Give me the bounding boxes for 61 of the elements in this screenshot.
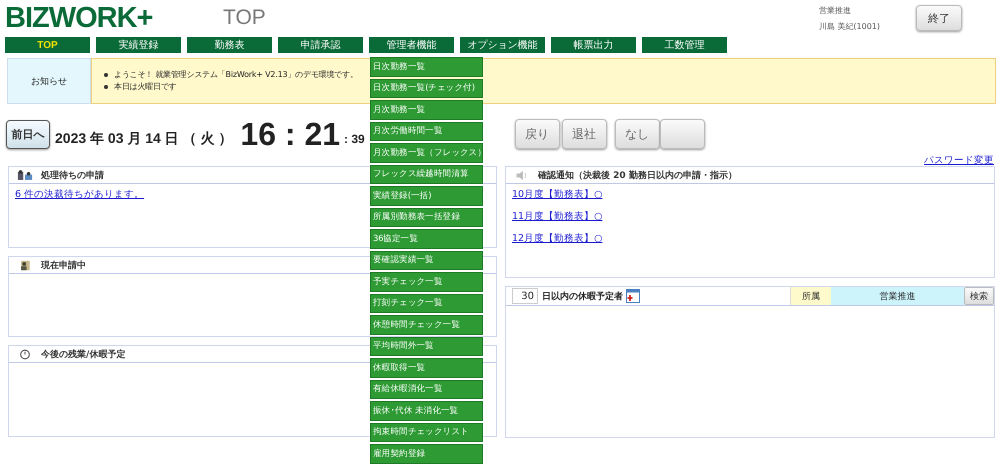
people-icon [17, 170, 33, 180]
date-text: 2023 年 03 月 14 日 （ 火 ） [55, 130, 232, 148]
clock-time: 16 : 21 [240, 116, 340, 152]
clock-icon [17, 348, 33, 360]
menu-item[interactable]: 日次勤務一覧 [370, 57, 483, 76]
timesheet-link[interactable]: 10月度【勤務表】○ [512, 188, 602, 201]
nav-tab[interactable]: 申請承認 [278, 37, 363, 53]
menu-item[interactable]: 所属別勤務表一括登録 [370, 208, 483, 227]
logo: BIZWORK+ [5, 2, 154, 34]
nav-tab[interactable]: 実績登録 [96, 37, 181, 53]
calendar-icon[interactable] [626, 289, 640, 303]
pending-link[interactable]: 6 件の決裁待ちがあります。 [15, 188, 144, 201]
status-button[interactable]: 戻り [514, 119, 560, 149]
menu-item[interactable]: 拘束時間チェックリスト [370, 422, 483, 442]
menu-item[interactable]: 月次勤務一覧 [370, 100, 483, 120]
user-name: 川島 美紀(1001) [818, 20, 880, 32]
panel-title: 処理待ちの申請 [41, 169, 104, 182]
menu-item[interactable]: 36協定一覧 [370, 229, 483, 248]
password-change-link[interactable]: パスワード変更 [924, 154, 994, 166]
menu-item[interactable]: フレックス繰越時間清算 [370, 164, 483, 184]
status-button[interactable]: 退社 [562, 119, 607, 149]
menu-item[interactable]: 平均時間外一覧 [370, 336, 483, 356]
menu-item[interactable]: 振休･代休 未消化一覧 [370, 401, 483, 420]
panel-title: 日以内の休暇予定者 [542, 290, 623, 302]
clock-seconds: : 39 [344, 132, 365, 146]
timesheet-link[interactable]: 12月度【勤務表】○ [512, 232, 602, 245]
notice-text: 本日は火曜日です [114, 81, 176, 93]
department-label: 所属 [790, 287, 831, 305]
nav-tab[interactable]: TOP [5, 37, 90, 53]
panel-title: 現在申請中 [41, 259, 86, 272]
menu-item[interactable]: 日次勤務一覧(チェック付) [370, 78, 483, 98]
logout-button[interactable]: 終了 [916, 5, 962, 31]
menu-item[interactable]: 要確認実績一覧 [370, 250, 483, 270]
bullet-icon [104, 85, 108, 89]
menu-item[interactable]: 休暇取得一覧 [370, 358, 483, 378]
menu-item[interactable]: 打刻チェック一覧 [370, 294, 483, 313]
nav-tab[interactable]: 帳票出力 [551, 37, 636, 53]
menu-item[interactable]: 月次労働時間一覧 [370, 122, 483, 141]
previous-day-button[interactable]: 前日へ [6, 120, 50, 148]
notice-label: お知らせ [7, 58, 91, 104]
menu-item[interactable]: 有給休暇消化一覧 [370, 380, 483, 399]
notice-text: ようこそ！ 就業管理システム「BizWork+ V2.13」のデモ環境です。 [114, 69, 358, 81]
department-value: 営業推進 [831, 287, 964, 305]
menu-item[interactable]: 予実チェック一覧 [370, 272, 483, 292]
timesheet-link[interactable]: 11月度【勤務表】○ [512, 210, 602, 223]
page-title: TOP [223, 6, 267, 30]
menu-item[interactable]: 月次勤務一覧（フレックス） [370, 143, 483, 162]
menu-item[interactable]: 休憩時間チェック一覧 [370, 315, 483, 334]
menu-item[interactable]: 実績登録(一括) [370, 186, 483, 206]
panel-title: 今後の残業/休暇予定 [41, 348, 126, 360]
bullet-icon [104, 73, 108, 77]
nav-tab[interactable]: 管理者機能 [369, 37, 454, 53]
status-button[interactable]: なし [614, 119, 660, 149]
nav-tab[interactable]: 工数管理 [642, 37, 727, 53]
menu-item[interactable]: 雇用契約登録 [370, 444, 483, 464]
days-field[interactable]: 30 [512, 288, 538, 304]
user-department: 営業推進 [818, 4, 852, 16]
nav-tab[interactable]: オプション機能 [460, 37, 545, 53]
nav-tab[interactable]: 勤務表 [187, 37, 272, 53]
panel-title: 確認通知（決裁後 20 勤務日以内の申請・指示） [538, 169, 737, 182]
search-button[interactable]: 検索 [964, 287, 994, 305]
